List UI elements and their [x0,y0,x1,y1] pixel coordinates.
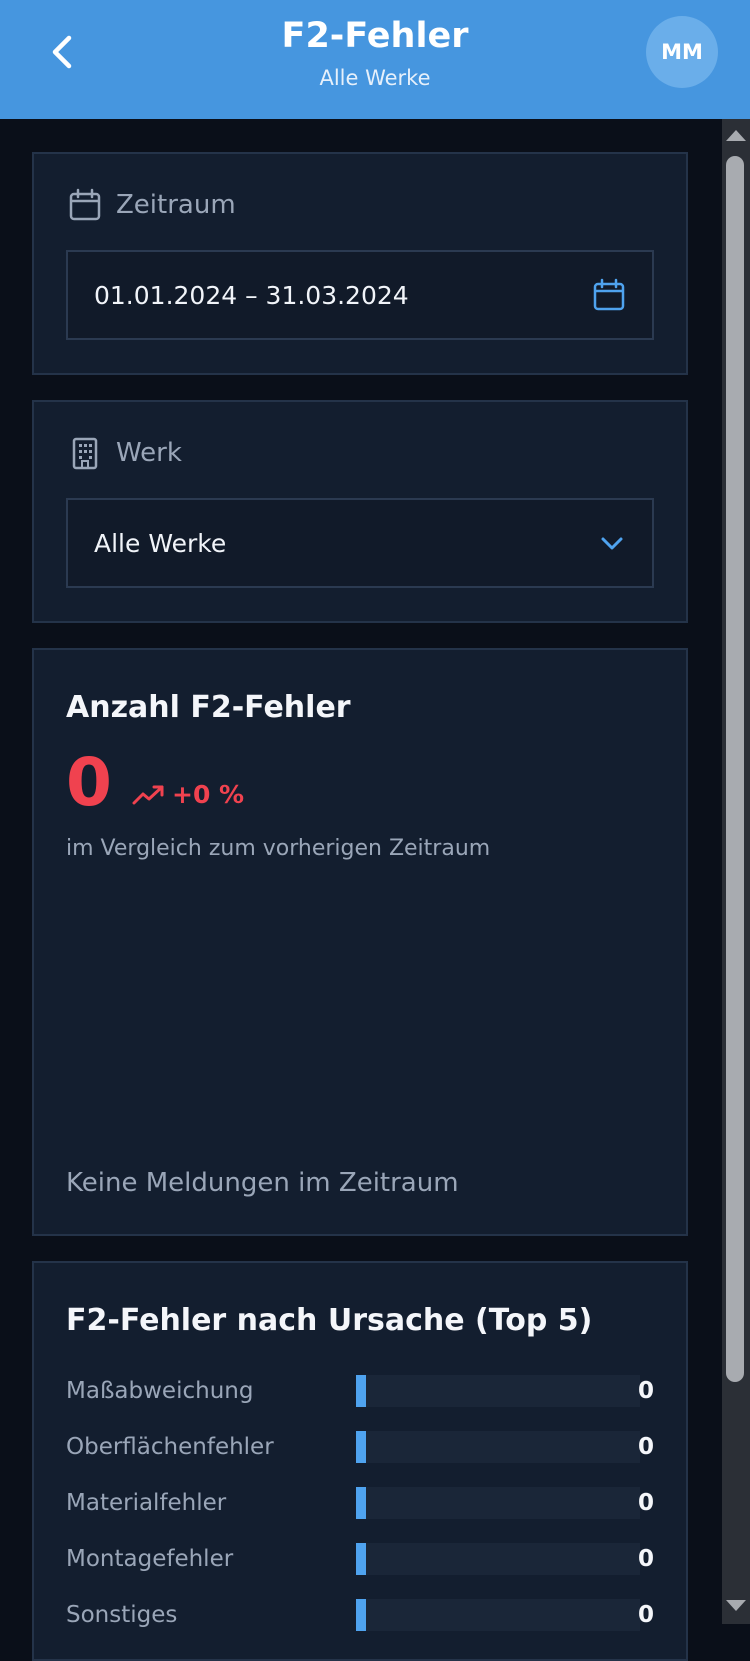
scroll-down-arrow-icon[interactable] [726,1600,746,1611]
period-filter-card: Zeitraum 01.01.2024 – 31.03.2024 [32,152,688,375]
plant-select[interactable]: Alle Werke [66,498,654,588]
f2-error-count: 0 [66,744,112,821]
cause-value: 0 [637,1602,654,1628]
period-label-text: Zeitraum [116,190,236,220]
app-header: F2-Fehler Alle Werke MM [0,0,750,119]
causes-card: F2-Fehler nach Ursache (Top 5) Maßabweic… [32,1261,688,1661]
scroll-up-arrow-icon[interactable] [726,130,746,141]
cause-bar-fill [356,1599,366,1631]
count-card-title: Anzahl F2-Fehler [66,690,351,725]
chevron-down-icon[interactable] [598,533,626,553]
plant-label-text: Werk [116,438,182,468]
cause-bar-track [356,1431,640,1463]
cause-bar-fill [356,1487,366,1519]
avatar[interactable]: MM [646,16,718,88]
cause-row: Materialfehler 0 [66,1487,654,1527]
trend-indicator: +0 % [132,780,244,809]
cause-bar-track [356,1375,640,1407]
period-label: Zeitraum [68,188,236,222]
cause-bar-track [356,1599,640,1631]
cause-row: Sonstiges 0 [66,1599,654,1639]
cause-value: 0 [637,1546,654,1572]
page-subtitle: Alle Werke [319,66,431,90]
scrollbar-thumb[interactable] [726,156,744,1382]
building-icon [68,436,102,470]
cause-value: 0 [637,1378,654,1404]
plant-filter-card: Werk Alle Werke [32,400,688,623]
plant-label: Werk [68,436,182,470]
cause-value: 0 [637,1490,654,1516]
cause-row: Oberflächenfehler 0 [66,1431,654,1471]
period-value: 01.01.2024 – 31.03.2024 [94,280,409,310]
cause-label: Montagefehler [66,1546,234,1572]
cause-row: Maßabweichung 0 [66,1375,654,1415]
cause-value: 0 [637,1434,654,1460]
cause-label: Materialfehler [66,1490,227,1516]
comparison-text: im Vergleich zum vorherigen Zeitraum [66,836,491,861]
cause-label: Maßabweichung [66,1378,254,1404]
cause-label: Oberflächenfehler [66,1434,274,1460]
trend-value: +0 % [172,780,245,809]
cause-label: Sonstiges [66,1602,178,1628]
cause-bar-fill [356,1543,366,1575]
page-title: F2-Fehler [281,16,469,56]
cause-bar-track [356,1487,640,1519]
period-field[interactable]: 01.01.2024 – 31.03.2024 [66,250,654,340]
cause-bar-track [356,1543,640,1575]
causes-card-title: F2-Fehler nach Ursache (Top 5) [66,1303,593,1338]
cause-row: Montagefehler 0 [66,1543,654,1583]
trending-up-icon [132,783,166,807]
plant-value: Alle Werke [94,528,227,558]
calendar-icon [68,188,102,222]
cause-bar-fill [356,1431,366,1463]
count-card: Anzahl F2-Fehler 0 +0 % im Vergleich zum… [32,648,688,1236]
calendar-icon[interactable] [592,278,626,312]
empty-state-text: Keine Meldungen im Zeitraum [66,1168,459,1198]
cause-bar-fill [356,1375,366,1407]
